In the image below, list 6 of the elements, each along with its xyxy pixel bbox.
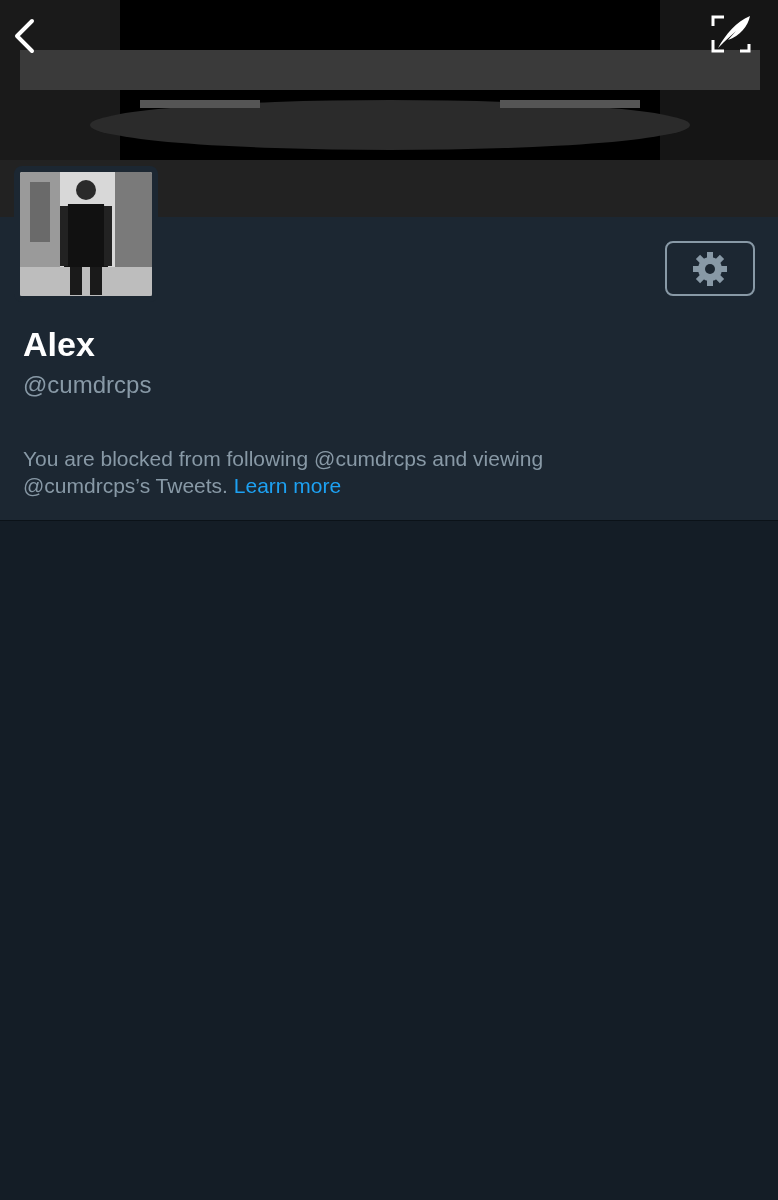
settings-button[interactable] bbox=[665, 241, 755, 296]
blocked-notice: You are blocked from following @cumdrcps and viewing @cumdrcps’s Tweets. Learn more bbox=[23, 445, 545, 499]
settings-icon bbox=[692, 250, 728, 287]
learn-more-link[interactable]: Learn more bbox=[233, 473, 342, 497]
profile-handle: @cumdrcps bbox=[23, 369, 153, 400]
profile-name: Alex bbox=[23, 324, 96, 365]
